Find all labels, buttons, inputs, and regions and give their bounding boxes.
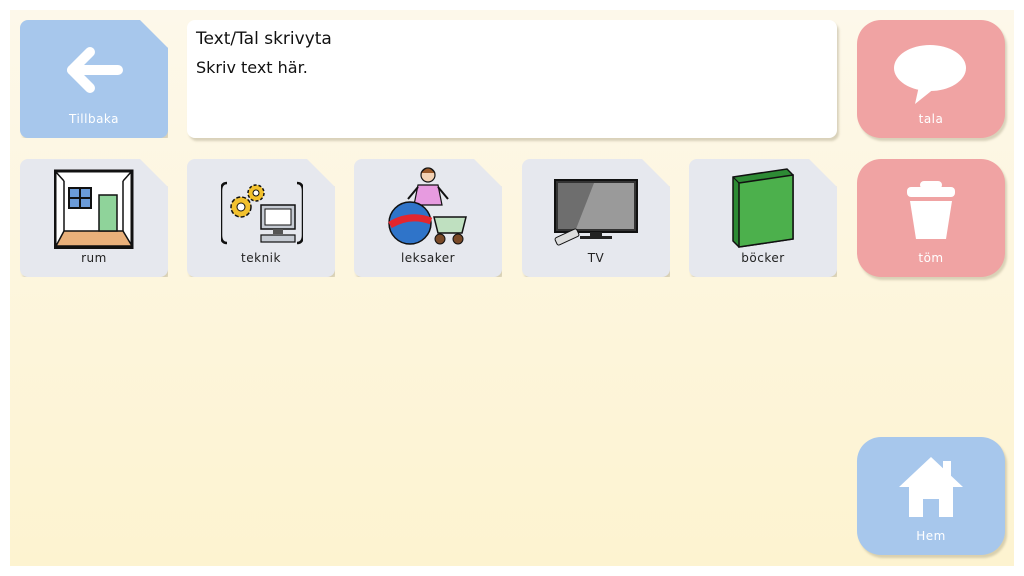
speak-button[interactable]: tala <box>857 20 1005 138</box>
category-label: teknik <box>241 251 281 265</box>
home-button[interactable]: Hem <box>857 437 1005 555</box>
text-area-placeholder: Skriv text här. <box>196 58 308 77</box>
technology-icon <box>221 169 303 249</box>
category-tile-leksaker[interactable]: leksaker <box>354 159 502 277</box>
category-label: böcker <box>741 251 785 265</box>
text-input-area[interactable]: Text/Tal skrivyta Skriv text här. <box>187 20 837 138</box>
clear-button[interactable]: töm <box>857 159 1005 277</box>
room-icon <box>54 169 134 249</box>
text-area-title: Text/Tal skrivyta <box>196 29 332 49</box>
home-button-label: Hem <box>916 529 946 543</box>
book-icon <box>727 167 797 249</box>
category-tile-teknik[interactable]: teknik <box>187 159 335 277</box>
category-label: rum <box>81 251 107 265</box>
clear-button-label: töm <box>918 251 944 265</box>
back-button-label: Tillbaka <box>68 112 120 126</box>
category-label: TV <box>587 251 605 265</box>
category-tile-tv[interactable]: TV <box>522 159 670 277</box>
toys-icon <box>388 167 470 249</box>
app-canvas: Tillbaka Text/Tal skrivyta Skriv text hä… <box>10 10 1014 566</box>
category-tile-rum[interactable]: rum <box>20 159 168 277</box>
category-label: leksaker <box>400 251 456 265</box>
back-button[interactable]: Tillbaka <box>20 20 168 138</box>
tv-icon <box>554 179 638 249</box>
category-tile-bocker[interactable]: böcker <box>689 159 837 277</box>
speak-button-label: tala <box>918 112 944 126</box>
